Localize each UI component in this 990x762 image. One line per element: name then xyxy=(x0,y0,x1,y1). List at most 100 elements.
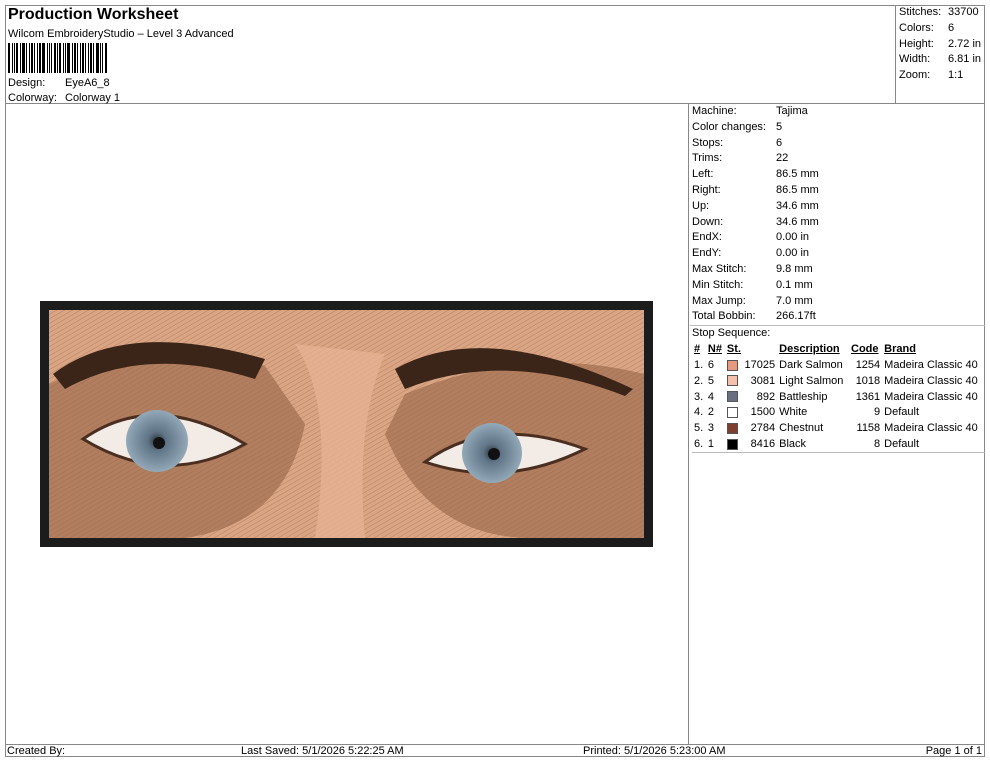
stat-value: 33700 xyxy=(948,6,979,18)
stop-needle: 6 xyxy=(707,359,715,372)
info-label: Right: xyxy=(692,183,721,196)
info-value: 9.8 mm xyxy=(776,262,813,275)
info-label: Down: xyxy=(692,215,724,228)
software-subtitle: Wilcom EmbroideryStudio – Level 3 Advanc… xyxy=(8,28,234,40)
color-swatch-icon xyxy=(726,359,738,371)
stop-sequence-title: Stop Sequence: xyxy=(692,327,771,340)
stop-needle: 1 xyxy=(707,438,715,451)
stop-stitches: 8416 xyxy=(750,438,776,451)
design-preview xyxy=(5,104,689,744)
stop-description: Chestnut xyxy=(779,422,824,435)
barcode-bar xyxy=(34,43,35,73)
barcode-bar xyxy=(90,43,92,73)
design-line: Design: EyeA6_8 xyxy=(8,77,110,89)
table-row: 5. 3 2784 Chestnut 1158 Madeira Classic 40 xyxy=(692,420,985,436)
created-by: Created By: xyxy=(7,745,66,757)
info-down: Down: 34.6 mm xyxy=(690,215,985,231)
col-description: Description xyxy=(779,343,840,356)
barcode-bar xyxy=(26,43,27,73)
barcode-bar xyxy=(57,43,58,73)
stop-needle: 2 xyxy=(707,406,715,419)
stop-stitches: 1500 xyxy=(750,406,776,419)
info-value: 6 xyxy=(776,136,783,149)
table-row: 1. 6 17025 Dark Salmon 1254 Madeira Classic 4… xyxy=(692,357,985,373)
color-swatch-icon xyxy=(726,422,738,434)
stop-code: 8 xyxy=(874,438,881,451)
colorway-label: Colorway: xyxy=(8,92,57,104)
colorway-line: Colorway: Colorway 1 xyxy=(8,92,120,104)
color-swatch xyxy=(725,405,741,421)
stop-stitches: 892 xyxy=(756,390,776,403)
design-value: EyeA6_8 xyxy=(65,77,110,89)
stat-value: 1:1 xyxy=(948,69,964,82)
color-swatch xyxy=(725,420,741,436)
barcode-bar xyxy=(85,43,86,73)
stop-brand: Madeira Classic 40 xyxy=(884,374,978,387)
stop-code: 1018 xyxy=(855,374,881,387)
embroidery-patch-image xyxy=(40,301,653,547)
stop-brand: Madeira Classic 40 xyxy=(884,359,978,372)
info-endy: EndY: 0.00 in xyxy=(690,246,985,262)
stop-brand: Madeira Classic 40 xyxy=(884,422,978,435)
stop-index: 6. xyxy=(694,438,704,451)
info-max-stitch: Max Stitch: 9.8 mm xyxy=(690,262,985,278)
color-swatch xyxy=(725,373,741,389)
info-value: 0.00 in xyxy=(776,247,810,260)
info-label: Left: xyxy=(692,168,714,181)
info-color-changes: Color changes: 5 xyxy=(690,120,985,136)
stop-sequence-table: # N# St. Description Code Brand 1. 6 17025… xyxy=(692,341,985,453)
info-stops: Stops: 6 xyxy=(690,136,985,152)
barcode-bar xyxy=(31,43,33,73)
stop-index: 4. xyxy=(694,406,704,419)
barcode-bar xyxy=(39,43,41,73)
info-value: 86.5 mm xyxy=(776,183,819,196)
barcode-bar xyxy=(47,43,48,73)
info-endx: EndX: 0.00 in xyxy=(690,230,985,246)
stat-label: Height: xyxy=(899,37,934,50)
stop-needle: 5 xyxy=(707,374,715,387)
stat-zoom: Zoom: 1:1 xyxy=(896,68,985,84)
worksheet-footer: Created By: Last Saved: 5/1/2026 5:22:25… xyxy=(5,744,985,757)
barcode-bar xyxy=(74,43,76,73)
barcode-bar xyxy=(54,43,56,73)
barcode-bar xyxy=(8,43,10,73)
colorway-value: Colorway 1 xyxy=(65,92,121,104)
stats-panel: Stitches: 33700 Colors: 6 Height: 2.72 in W… xyxy=(895,5,985,103)
barcode-bar xyxy=(105,43,107,73)
barcode-bar xyxy=(102,43,103,73)
stat-stitches: Stitches: 33700 xyxy=(896,5,985,21)
barcode-bar xyxy=(82,43,84,73)
stop-code: 9 xyxy=(874,406,881,419)
color-swatch xyxy=(725,389,741,405)
info-trims: Trims: 22 xyxy=(690,151,985,167)
printed-date: Printed: 5/1/2026 5:23:00 AM xyxy=(583,745,726,757)
col-brand: Brand xyxy=(884,343,916,356)
table-header-row: # N# St. Description Code Brand xyxy=(692,341,985,357)
col-stitches: St. xyxy=(726,343,741,356)
info-left: Left: 86.5 mm xyxy=(690,167,985,183)
page-number: Page 1 of 1 xyxy=(925,745,982,757)
color-swatch-icon xyxy=(726,407,738,419)
stop-stitches: 3081 xyxy=(750,374,776,387)
stop-index: 3. xyxy=(694,390,704,403)
barcode-bar xyxy=(42,43,45,73)
info-label: EndY: xyxy=(692,247,722,260)
stop-stitches: 17025 xyxy=(744,359,776,372)
info-value: 34.6 mm xyxy=(776,215,819,228)
barcode-bar xyxy=(37,43,38,73)
info-value: 0.1 mm xyxy=(776,278,813,291)
info-min-stitch: Min Stitch: 0.1 mm xyxy=(690,278,985,294)
info-value: Tajima xyxy=(776,105,808,117)
barcode-bar xyxy=(80,43,81,73)
stop-brand: Madeira Classic 40 xyxy=(884,390,978,403)
info-machine: Machine: Tajima xyxy=(690,104,985,120)
stat-width: Width: 6.81 in xyxy=(896,52,985,68)
page-title: Production Worksheet xyxy=(8,6,179,23)
barcode-bar xyxy=(63,43,64,73)
info-up: Up: 34.6 mm xyxy=(690,199,985,215)
stat-value: 6 xyxy=(948,21,955,34)
color-swatch-icon xyxy=(726,375,738,387)
info-label: Trims: xyxy=(692,152,723,165)
barcode-bar xyxy=(96,43,99,73)
info-label: EndX: xyxy=(692,231,722,244)
